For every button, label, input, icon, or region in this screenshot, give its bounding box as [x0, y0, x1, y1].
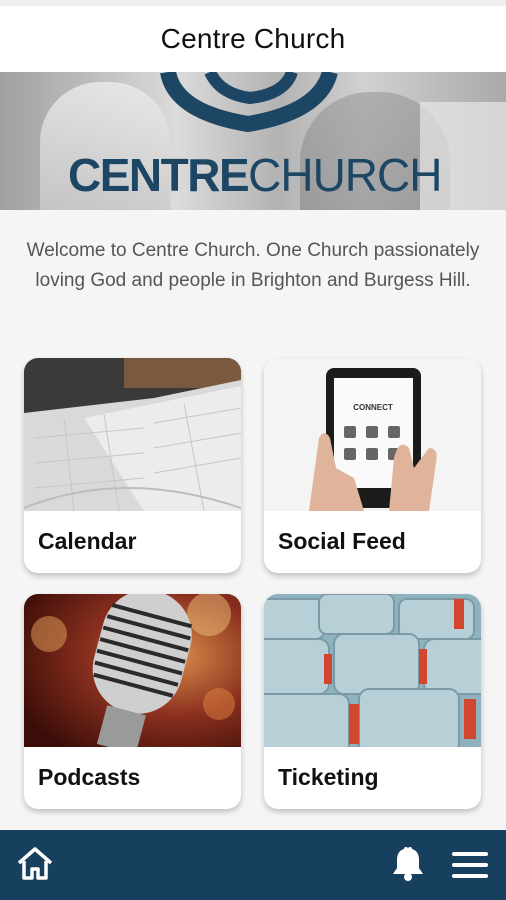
- logo-wordmark: CENTRE CHURCH: [68, 148, 442, 201]
- logo-mark: [160, 72, 338, 133]
- tile-social-feed[interactable]: CONNECT Social Feed: [264, 358, 481, 573]
- tablet-connect-text: CONNECT: [353, 403, 393, 412]
- welcome-text: Welcome to Centre Church. One Church pas…: [26, 240, 480, 291]
- tile-label: Calendar: [38, 528, 137, 554]
- tile-label: Podcasts: [38, 764, 141, 790]
- hero-banner: CENTRE CHURCH: [0, 72, 506, 210]
- tile-label: Ticketing: [278, 764, 379, 790]
- tile-podcasts[interactable]: Podcasts: [24, 594, 241, 809]
- microphone-photo-icon: [24, 594, 241, 747]
- seats-photo-icon: [264, 594, 481, 747]
- logo-word-centre: CENTRE: [68, 149, 250, 201]
- bell-icon[interactable]: [392, 846, 424, 887]
- home-icon[interactable]: [16, 844, 54, 887]
- logo-word-church: CHURCH: [248, 149, 442, 201]
- tile-calendar[interactable]: Calendar: [24, 358, 241, 573]
- tile-ticketing[interactable]: Ticketing: [264, 594, 481, 809]
- app-header: Centre Church: [0, 6, 506, 72]
- calendar-photo-icon: [24, 358, 241, 511]
- bottom-nav-bar: [0, 830, 506, 900]
- tile-label: Social Feed: [278, 528, 406, 554]
- page-title: Centre Church: [160, 23, 346, 54]
- tablet-photo-icon: CONNECT: [264, 358, 481, 511]
- menu-icon[interactable]: [452, 852, 488, 883]
